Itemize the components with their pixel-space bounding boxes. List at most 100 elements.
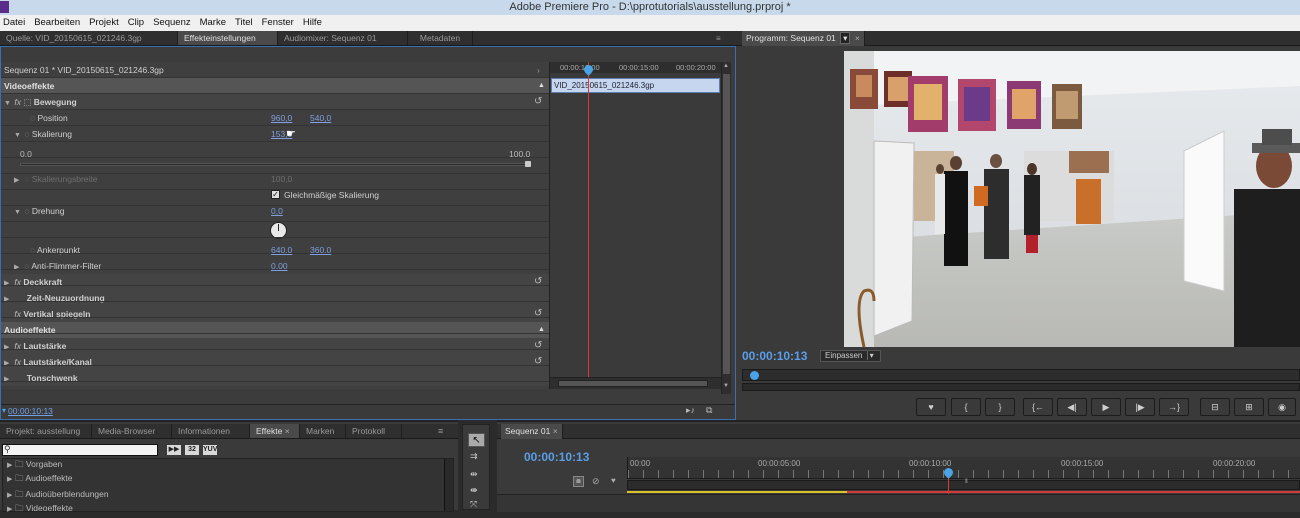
stopwatch-icon[interactable]: ◌ xyxy=(30,245,35,255)
effects-scroll-thumb[interactable] xyxy=(723,74,730,374)
panner-row[interactable]: ▶ Tonschwenk xyxy=(0,370,549,386)
program-timecode[interactable]: 00:00:10:13 xyxy=(742,349,807,363)
tab-program[interactable]: Programm: Sequenz 01 ▾ × xyxy=(742,31,865,46)
tree-item-audio-effects[interactable]: ▶ 🗀 Audioeffekte xyxy=(7,470,73,486)
mini-clip[interactable]: VID_20150615_021246.3gp xyxy=(551,78,720,93)
menu-bearbeiten[interactable]: Bearbeiten xyxy=(31,15,83,31)
tree-item-video-effects[interactable]: ▶ 🗀 Videoeffekte xyxy=(7,500,73,516)
scale-slider-handle[interactable] xyxy=(525,161,531,167)
reset-icon[interactable]: ↺ xyxy=(534,306,542,322)
lift-button[interactable]: ⊟ xyxy=(1200,398,1230,416)
program-playhead[interactable] xyxy=(750,371,759,380)
tab-history[interactable]: Protokoll xyxy=(346,424,402,438)
close-tab-icon[interactable]: × xyxy=(285,426,290,436)
menu-marke[interactable]: Marke xyxy=(197,15,229,31)
add-marker-button[interactable]: ♥ xyxy=(916,398,946,416)
reset-icon[interactable]: ↺ xyxy=(534,94,542,110)
stopwatch-icon[interactable]: ◌ xyxy=(24,206,29,216)
tab-metadata[interactable]: Metadaten xyxy=(408,31,473,45)
scroll-down-arrow-icon[interactable]: ▼ xyxy=(723,383,729,389)
tab-audio-mixer[interactable]: Audiomixer: Sequenz 01 xyxy=(278,31,408,45)
ripple-edit-tool-icon[interactable]: ⇹ xyxy=(470,469,478,480)
menu-titel[interactable]: Titel xyxy=(232,15,256,31)
timeline-ruler[interactable]: 00:00 00:00:05:00 00:00:10:00 00:00:15:0… xyxy=(627,457,1300,479)
stopwatch-icon[interactable]: ◌ xyxy=(24,129,29,139)
add-marker-icon[interactable]: ♥ xyxy=(611,476,616,485)
timeline-timecode[interactable]: 00:00:10:13 xyxy=(524,450,589,464)
rate-stretch-tool-icon[interactable]: ⤧ xyxy=(470,499,477,510)
close-tab-icon[interactable]: × xyxy=(553,426,558,436)
fit-dropdown-icon[interactable]: ▾ xyxy=(866,351,876,360)
collapse-arrow-icon[interactable]: › xyxy=(537,62,540,78)
tab-markers[interactable]: Marken xyxy=(300,424,346,438)
expand-triangle-icon[interactable]: ▶ xyxy=(4,372,12,388)
program-zoom-bar[interactable] xyxy=(742,383,1300,391)
extract-button[interactable]: ⊞ xyxy=(1234,398,1264,416)
step-forward-button[interactable]: |▶ xyxy=(1125,398,1155,416)
work-area-grip-icon[interactable]: ⦀ xyxy=(965,479,968,486)
fx-icon[interactable]: fx xyxy=(14,357,21,367)
motion-row[interactable]: ▼ fx ⬚ Bewegung ↺ xyxy=(0,94,549,110)
tab-project[interactable]: Projekt: ausstellung xyxy=(0,424,92,438)
scroll-up-arrow-icon[interactable]: ▲ xyxy=(723,63,729,69)
tab-info[interactable]: Informationen xyxy=(172,424,250,438)
fit-dropdown[interactable]: Einpassen ▾ xyxy=(820,350,881,362)
rotation-value[interactable]: 0,0 xyxy=(271,203,283,219)
menu-fenster[interactable]: Fenster xyxy=(259,15,297,31)
fx-icon[interactable]: fx xyxy=(14,341,21,351)
tab-effects[interactable]: Effekte × xyxy=(250,424,300,438)
expand-triangle-icon[interactable]: ▼ xyxy=(14,205,22,221)
export-frame-button[interactable]: ◉ xyxy=(1268,398,1296,416)
linked-selection-icon[interactable]: ⊘ xyxy=(592,476,600,487)
position-x-value[interactable]: 960,0 xyxy=(271,110,292,126)
stopwatch-icon[interactable]: ◌ xyxy=(30,113,35,123)
mini-scroll-thumb[interactable] xyxy=(558,380,708,387)
tree-scrollbar[interactable] xyxy=(444,459,453,511)
expand-triangle-icon[interactable]: ▼ xyxy=(14,128,22,144)
selection-tool-icon[interactable]: ↖ xyxy=(468,433,485,447)
anchor-y-value[interactable]: 360,0 xyxy=(310,242,331,258)
time-remap-row[interactable]: ▶ Zeit-Neuzuordnung xyxy=(0,290,549,306)
scale-slider[interactable] xyxy=(20,163,530,166)
yuv-effects-icon[interactable]: YUV xyxy=(203,444,217,455)
scroll-up-icon[interactable]: ▲ xyxy=(538,322,545,338)
reset-icon[interactable]: ↺ xyxy=(534,274,542,290)
opacity-row[interactable]: ▶ fx Deckkraft ↺ xyxy=(0,274,549,290)
channel-volume-row[interactable]: ▶ fx Lautstärke/Kanal ↺ xyxy=(0,354,549,370)
go-to-out-button[interactable]: →} xyxy=(1159,398,1189,416)
vertical-flip-row[interactable]: fx Vertikal spiegeln ↺ xyxy=(0,306,549,322)
fx-icon[interactable]: fx xyxy=(14,97,21,107)
tab-effect-controls[interactable]: Effekteinstellungen xyxy=(178,31,278,45)
program-tab-dropdown-icon[interactable]: ▾ xyxy=(840,32,851,44)
tab-source[interactable]: Quelle: VID_20150615_021246.3gp xyxy=(0,31,178,45)
panel-menu-icon[interactable]: ≡ xyxy=(716,31,736,45)
fx-icon[interactable]: fx xyxy=(14,309,21,319)
menu-sequenz[interactable]: Sequenz xyxy=(150,15,194,31)
mini-ruler[interactable]: 00:00:10:00 00:00:15:00 00:00:20:00 xyxy=(550,62,722,73)
step-back-button[interactable]: ◀| xyxy=(1057,398,1087,416)
scroll-up-icon[interactable]: ▲ xyxy=(538,78,545,94)
fx-icon[interactable]: fx xyxy=(14,277,21,287)
work-area-bar[interactable]: ⦀ xyxy=(627,479,1300,490)
close-tab-icon[interactable]: × xyxy=(855,33,860,43)
track-select-tool-icon[interactable]: ⇉ xyxy=(470,451,478,462)
accelerated-effects-icon[interactable]: ▶▶ xyxy=(167,444,181,455)
effects-scrollbar[interactable]: ▲ ▼ xyxy=(721,62,731,394)
mark-in-button[interactable]: { xyxy=(951,398,981,416)
program-scrubber[interactable] xyxy=(742,369,1300,381)
32bit-effects-icon[interactable]: 32 xyxy=(185,444,199,455)
volume-row[interactable]: ▶ fx Lautstärke ↺ xyxy=(0,338,549,354)
stopwatch-icon[interactable]: ◌ xyxy=(24,261,29,271)
rolling-edit-tool-icon[interactable]: ⇼ xyxy=(470,485,478,496)
tab-sequence[interactable]: Sequenz 01 × xyxy=(501,424,563,439)
rotation-dial[interactable] xyxy=(270,222,287,239)
export-icon[interactable]: ⧉ xyxy=(706,405,712,416)
video-frame[interactable] xyxy=(844,51,1300,347)
effects-search-input[interactable]: ⚲ xyxy=(2,444,158,456)
panel-menu-icon[interactable]: ≡ xyxy=(438,424,458,438)
go-to-in-button[interactable]: {← xyxy=(1023,398,1053,416)
motion-transform-icon[interactable]: ⬚ xyxy=(23,97,31,107)
snap-icon[interactable]: ⧈ xyxy=(573,476,584,487)
menu-datei[interactable]: Datei xyxy=(0,15,28,31)
flicker-value[interactable]: 0,00 xyxy=(271,258,288,274)
